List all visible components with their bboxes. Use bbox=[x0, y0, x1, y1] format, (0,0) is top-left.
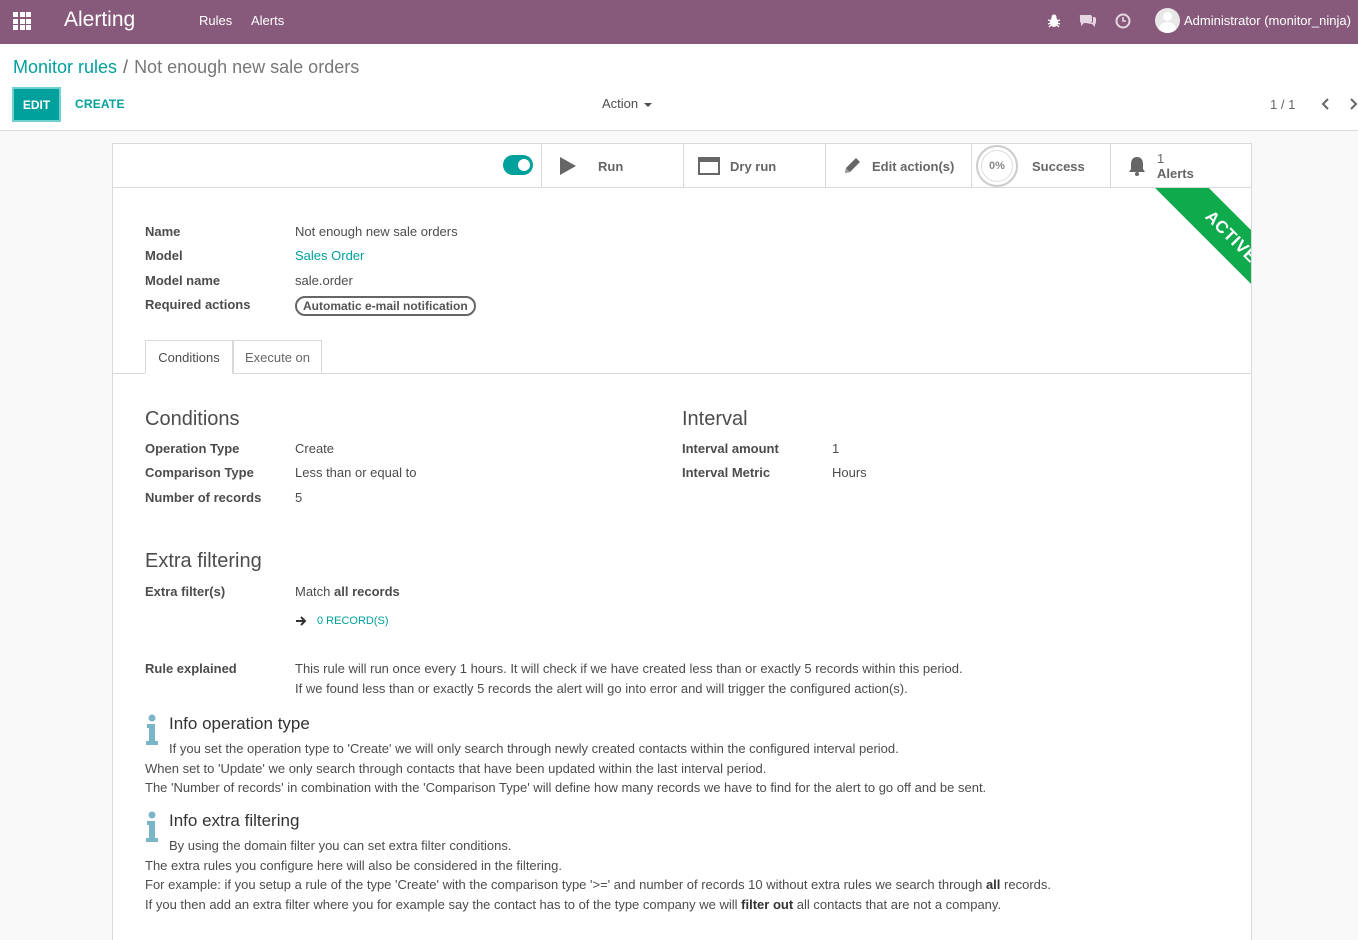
info-extra-line-4: If you then add an extra filter where yo… bbox=[145, 897, 1001, 912]
menu-rules[interactable]: Rules bbox=[199, 13, 232, 28]
extra-filtering-heading: Extra filtering bbox=[145, 550, 262, 572]
info-extra-line-4c: all contacts that are not a company. bbox=[796, 897, 1002, 912]
action-dropdown[interactable]: Action bbox=[602, 96, 653, 111]
chevron-right-icon[interactable] bbox=[1347, 96, 1358, 112]
info-extra-line-1: By using the domain filter you can set e… bbox=[169, 838, 512, 853]
run-button[interactable]: Run bbox=[541, 144, 683, 188]
info-extra-line-3a: For example: if you setup a rule of the … bbox=[145, 877, 983, 892]
interval-amount-value: 1 bbox=[832, 441, 840, 456]
user-name: Administrator (monitor_ninja) bbox=[1184, 13, 1351, 28]
form-sheet: Run Dry run Edit action(s) 0% Success 1 … bbox=[112, 143, 1252, 940]
button-box: Run Dry run Edit action(s) 0% Success 1 … bbox=[113, 144, 1251, 188]
interval-metric-value: Hours bbox=[832, 465, 867, 480]
model-name-value: sale.order bbox=[295, 273, 353, 288]
info-icon bbox=[146, 714, 158, 745]
clock-icon[interactable] bbox=[1114, 12, 1132, 30]
app-title[interactable]: Alerting bbox=[64, 8, 135, 32]
breadcrumb: Monitor rules / Not enough new sale orders bbox=[13, 57, 359, 78]
name-label: Name bbox=[145, 224, 181, 239]
required-actions-label: Required actions bbox=[145, 297, 251, 312]
info-operation-line-3: The 'Number of records' in combination w… bbox=[145, 780, 987, 795]
top-navbar: Alerting Rules Alerts Administrator (mon… bbox=[0, 0, 1358, 44]
user-menu[interactable]: Administrator (monitor_ninja) bbox=[1155, 8, 1351, 33]
info-operation-line-2: When set to 'Update' we only search thro… bbox=[145, 761, 767, 776]
create-button[interactable]: CREATE bbox=[75, 97, 125, 111]
extra-filters-label: Extra filter(s) bbox=[145, 584, 226, 599]
breadcrumb-monitor-rules[interactable]: Monitor rules bbox=[13, 57, 117, 77]
comparison-type-label: Comparison Type bbox=[145, 465, 254, 480]
run-label: Run bbox=[598, 158, 624, 174]
comparison-type-value: Less than or equal to bbox=[295, 465, 417, 480]
rule-explained-label: Rule explained bbox=[145, 661, 237, 676]
breadcrumb-separator: / bbox=[123, 57, 129, 77]
arrow-right-icon bbox=[296, 616, 307, 626]
info-operation-title: Info operation type bbox=[169, 714, 310, 733]
match-prefix: Match bbox=[295, 584, 331, 599]
chat-icon[interactable] bbox=[1079, 12, 1097, 30]
info-operation-line-1: If you set the operation type to 'Create… bbox=[169, 741, 899, 756]
edit-button[interactable]: EDIT bbox=[12, 87, 61, 122]
success-gauge: 0% bbox=[976, 145, 1018, 187]
dry-run-button[interactable]: Dry run bbox=[683, 144, 825, 188]
model-name-label: Model name bbox=[145, 273, 221, 288]
info-extra-line-4b: filter out bbox=[741, 897, 794, 912]
alerts-label: Alerts bbox=[1157, 166, 1194, 181]
info-extra-line-3b: all bbox=[985, 877, 1001, 892]
ribbon-label: ACTIVE bbox=[1146, 188, 1251, 322]
pager-value: 1 / 1 bbox=[1270, 97, 1296, 112]
active-toggle[interactable] bbox=[503, 155, 533, 175]
info-icon bbox=[146, 811, 158, 842]
tab-conditions[interactable]: Conditions bbox=[145, 340, 233, 374]
avatar bbox=[1155, 8, 1180, 33]
conditions-heading: Conditions bbox=[145, 408, 240, 430]
info-extra-line-3: For example: if you setup a rule of the … bbox=[145, 877, 1051, 892]
control-panel: Monitor rules / Not enough new sale orders… bbox=[0, 44, 1358, 131]
interval-amount-label: Interval amount bbox=[682, 441, 779, 456]
success-label: Success bbox=[1032, 158, 1085, 174]
num-records-value: 5 bbox=[295, 490, 303, 505]
apps-grid-icon[interactable] bbox=[13, 12, 31, 30]
window-icon bbox=[698, 157, 720, 175]
info-extra-title: Info extra filtering bbox=[169, 811, 300, 830]
rule-explained-line-1: This rule will run once every 1 hours. I… bbox=[295, 661, 963, 676]
active-ribbon: ACTIVE bbox=[1109, 188, 1251, 330]
model-label: Model bbox=[145, 248, 183, 263]
operation-type-value: Create bbox=[295, 441, 335, 456]
rule-explained-line-2: If we found less than or exactly 5 recor… bbox=[295, 681, 908, 696]
info-extra-line-3c: records. bbox=[1004, 877, 1052, 892]
breadcrumb-current: Not enough new sale orders bbox=[134, 57, 360, 77]
records-link[interactable]: 0 RECORD(S) bbox=[317, 615, 389, 627]
interval-metric-label: Interval Metric bbox=[682, 465, 771, 480]
success-button[interactable]: 0% Success bbox=[971, 144, 1110, 188]
play-icon bbox=[560, 157, 576, 175]
extra-filters-value: Match all records bbox=[295, 584, 400, 599]
edit-actions-button[interactable]: Edit action(s) bbox=[825, 144, 971, 188]
tab-execute-on[interactable]: Execute on bbox=[233, 340, 322, 374]
operation-type-label: Operation Type bbox=[145, 441, 240, 456]
chevron-left-icon[interactable] bbox=[1320, 96, 1332, 112]
alerts-button[interactable]: 1 Alerts bbox=[1110, 144, 1251, 188]
bug-icon[interactable] bbox=[1045, 12, 1063, 30]
interval-heading: Interval bbox=[682, 408, 748, 430]
name-value: Not enough new sale orders bbox=[295, 224, 458, 239]
dry-run-label: Dry run bbox=[730, 158, 777, 174]
info-extra-line-2: The extra rules you configure here will … bbox=[145, 858, 562, 873]
bell-icon bbox=[1129, 157, 1145, 176]
caret-down-icon bbox=[644, 102, 653, 107]
required-action-tag[interactable]: Automatic e-mail notification bbox=[295, 296, 476, 316]
num-records-label: Number of records bbox=[145, 490, 262, 505]
edit-actions-label: Edit action(s) bbox=[872, 158, 955, 174]
model-link[interactable]: Sales Order bbox=[295, 248, 364, 263]
pencil-icon bbox=[845, 158, 860, 173]
info-extra-line-4a: If you then add an extra filter where yo… bbox=[145, 897, 738, 912]
action-dropdown-label: Action bbox=[602, 96, 639, 111]
menu-alerts[interactable]: Alerts bbox=[251, 13, 284, 28]
alerts-count: 1 bbox=[1157, 151, 1165, 166]
match-bold: all records bbox=[334, 584, 400, 599]
